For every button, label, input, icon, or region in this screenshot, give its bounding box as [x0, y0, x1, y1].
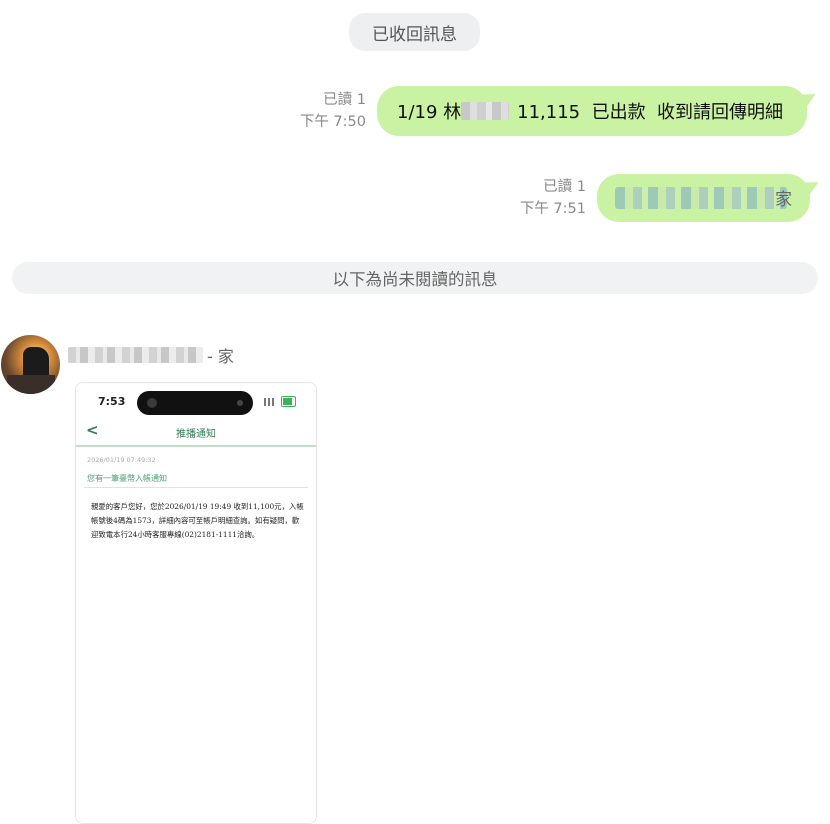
- notification-subtitle: 您有一筆臺幣入帳通知: [87, 474, 167, 483]
- redacted-text: [461, 102, 510, 120]
- read-status: 已讀 1: [543, 179, 586, 195]
- phone-status-bar: 7:53: [76, 383, 316, 423]
- sender-avatar[interactable]: [1, 335, 60, 394]
- phone-status-time: 7:53: [98, 395, 126, 408]
- message-time: 下午 7:50: [299, 114, 366, 130]
- read-status: 已讀 1: [323, 92, 366, 108]
- unread-divider: 以下為尚未閱讀的訊息: [12, 262, 818, 294]
- recalled-message-text: 已收回訊息: [372, 24, 457, 45]
- battery-icon: [281, 396, 296, 407]
- sensor-icon: [237, 400, 243, 406]
- dynamic-island: [137, 391, 253, 415]
- sender-name-end: - 家: [207, 347, 234, 366]
- message-text: 1/19 林 11,115 已出款 收到請回傳明細: [397, 102, 784, 123]
- phone-nav-title: 推播通知: [176, 429, 216, 440]
- divider: [84, 487, 308, 488]
- message-time: 下午 7:51: [519, 201, 586, 217]
- sender-name[interactable]: - 家: [68, 343, 234, 367]
- signal-icon: [264, 398, 276, 406]
- recalled-message-notice: 已收回訊息: [349, 13, 480, 51]
- image-message[interactable]: 7:53 < 推播通知 2026/01/19 07:49:32 您有一筆臺幣入帳…: [75, 382, 317, 824]
- message-text-end: 家: [775, 190, 792, 210]
- message-meta: 已讀 1 下午 7:51: [500, 176, 586, 220]
- phone-nav-bar: < 推播通知: [76, 421, 316, 447]
- redacted-sender-name: [68, 347, 203, 363]
- camera-icon: [147, 398, 157, 408]
- notification-body: 親愛的客戶您好，您於2026/01/19 19:49 收到11,100元，入帳帳…: [91, 502, 304, 539]
- unread-divider-text: 以下為尚未閱讀的訊息: [332, 270, 498, 289]
- message-meta: 已讀 1 下午 7:50: [280, 89, 366, 133]
- redacted-text: [615, 187, 787, 209]
- notification-timestamp: 2026/01/19 07:49:32: [87, 456, 156, 464]
- outgoing-message-bubble[interactable]: 家: [597, 174, 823, 222]
- outgoing-message-bubble[interactable]: 1/19 林 11,115 已出款 收到請回傳明細: [377, 86, 820, 136]
